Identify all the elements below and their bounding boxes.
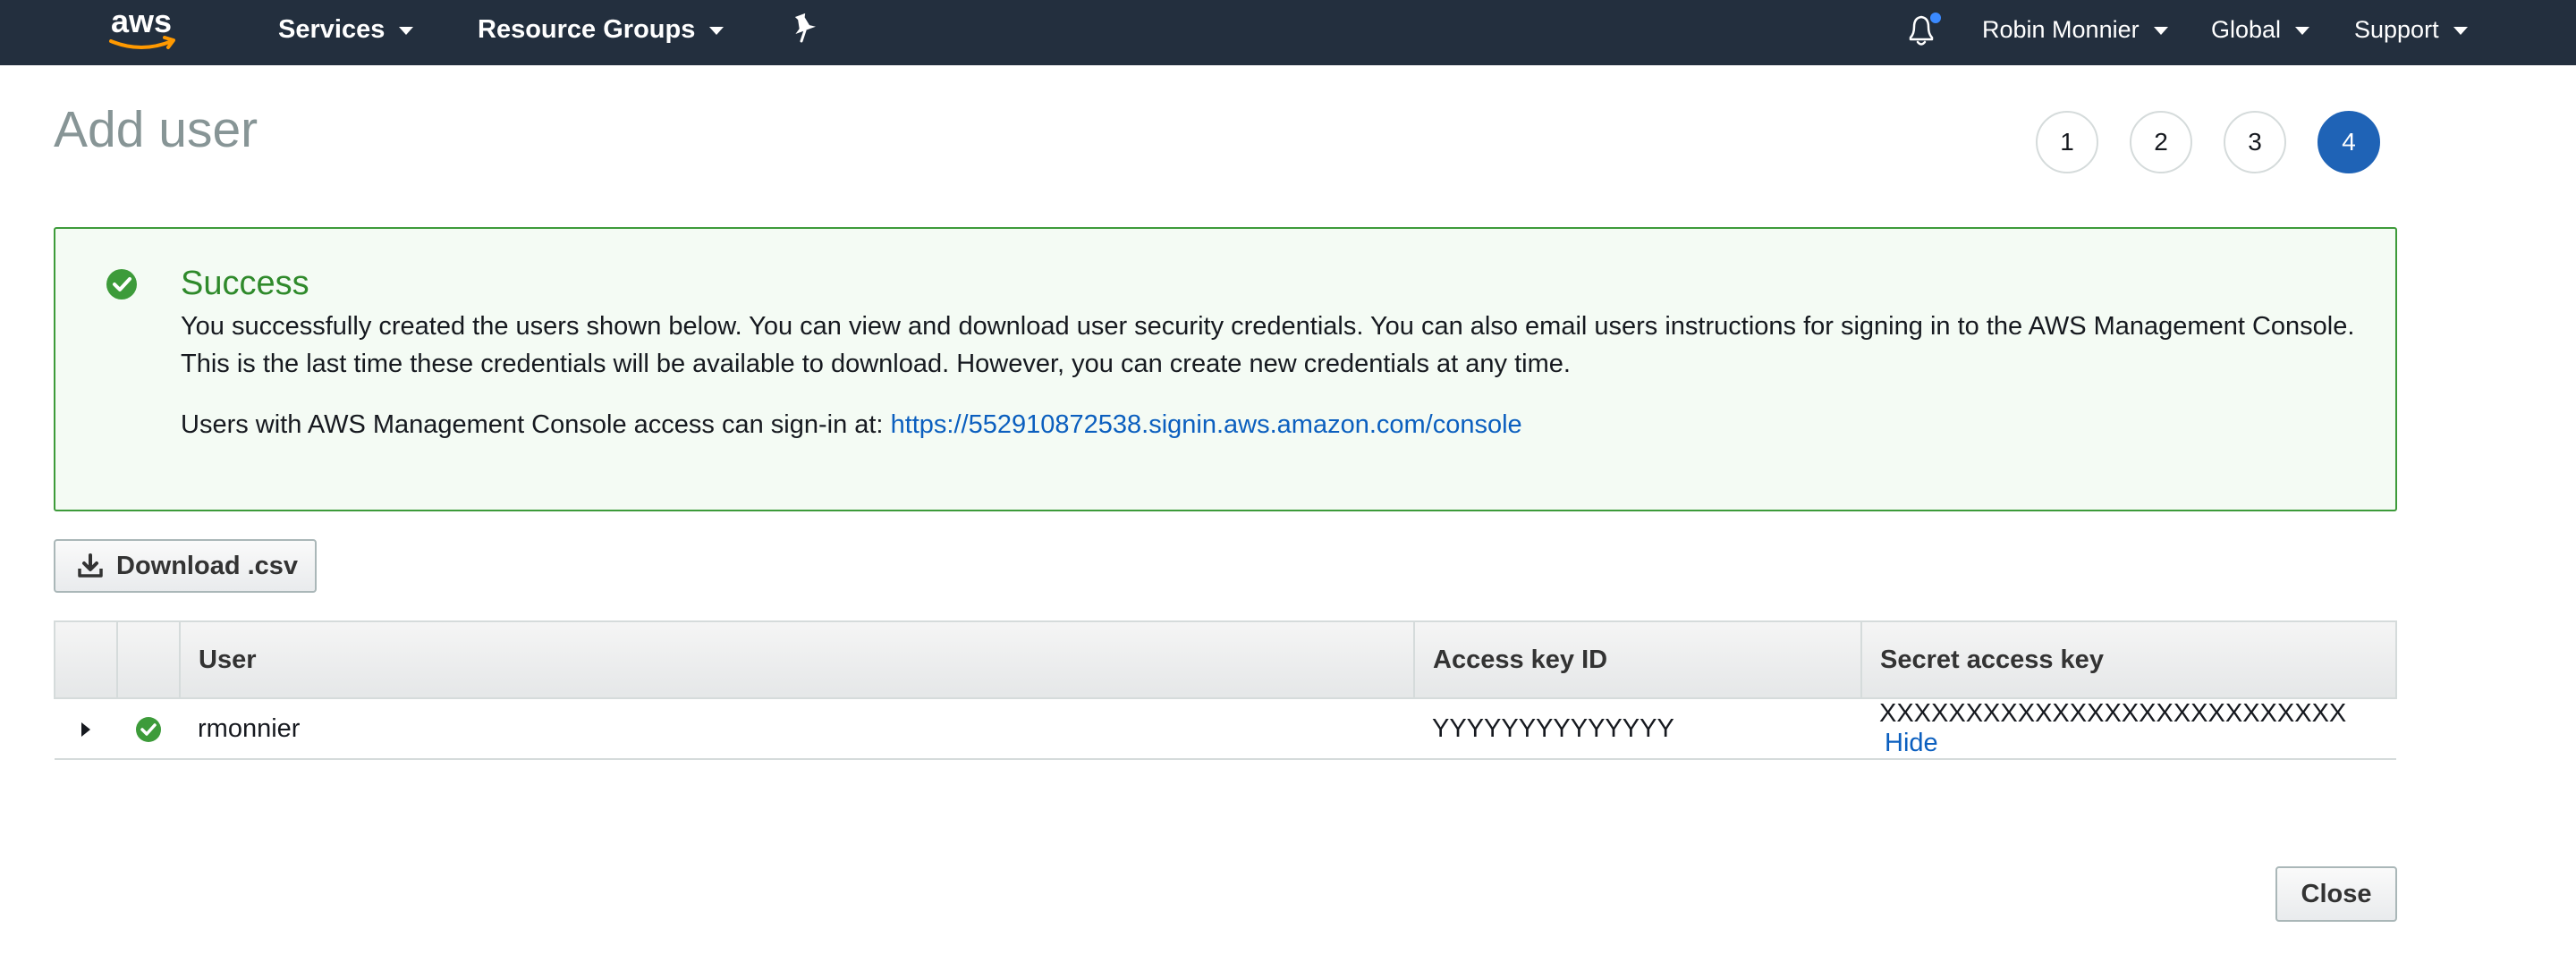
services-menu[interactable]: Services xyxy=(278,0,414,59)
chevron-down-icon xyxy=(2153,27,2168,35)
close-button[interactable]: Close xyxy=(2275,866,2397,922)
services-menu-label: Services xyxy=(278,14,386,44)
top-navigation-bar: aws Services Resource Groups Robin Monni… xyxy=(0,0,2576,65)
download-csv-label: Download .csv xyxy=(116,551,299,580)
hide-secret-link[interactable]: Hide xyxy=(1885,729,1938,757)
page-title: Add user xyxy=(54,101,258,158)
step-2: 2 xyxy=(2130,111,2192,173)
chevron-down-icon xyxy=(2453,27,2468,35)
users-credentials-table: User Access key ID Secret access key rmo… xyxy=(54,620,2397,760)
region-menu-label: Global xyxy=(2211,15,2282,43)
alert-title: Success xyxy=(181,265,309,302)
alert-message-line-1: You successfully created the users shown… xyxy=(181,312,2355,341)
aws-logo[interactable]: aws xyxy=(106,4,184,55)
step-1: 1 xyxy=(2036,111,2098,173)
alert-message-line-2: This is the last time these credentials … xyxy=(181,350,1571,378)
success-check-icon xyxy=(136,716,161,742)
success-alert: Success You successfully created the use… xyxy=(54,227,2397,511)
download-icon xyxy=(78,553,103,578)
notification-dot xyxy=(1930,13,1941,23)
pin-icon[interactable] xyxy=(791,13,819,45)
row-status-cell xyxy=(117,698,180,760)
secret-access-key-column-header: Secret access key xyxy=(1860,620,2397,699)
support-menu-label: Support xyxy=(2354,15,2439,43)
signin-info: Users with AWS Management Console access… xyxy=(181,410,1522,440)
expand-row-toggle[interactable] xyxy=(55,698,117,760)
chevron-down-icon xyxy=(709,27,724,35)
notifications-bell-icon[interactable] xyxy=(1903,11,1943,48)
user-column-header: User xyxy=(179,620,1415,699)
expand-triangle-icon xyxy=(81,722,90,737)
wizard-steps: 1 2 3 4 xyxy=(2036,111,2411,173)
status-column-header xyxy=(116,620,181,699)
account-menu[interactable]: Robin Monnier xyxy=(1982,0,2168,59)
success-check-icon xyxy=(106,269,137,300)
table-header-row: User Access key ID Secret access key xyxy=(54,620,2397,699)
access-key-id-cell: YYYYYYYYYYYYYY xyxy=(1414,698,1861,760)
account-menu-label: Robin Monnier xyxy=(1982,15,2140,43)
svg-text:aws: aws xyxy=(111,4,172,39)
region-menu[interactable]: Global xyxy=(2211,0,2310,59)
access-key-id-column-header: Access key ID xyxy=(1413,620,1862,699)
user-name-cell: rmonnier xyxy=(180,698,1414,760)
expand-column-header xyxy=(54,620,118,699)
download-csv-button[interactable]: Download .csv xyxy=(54,539,317,593)
chevron-down-icon xyxy=(2295,27,2310,35)
step-4-active: 4 xyxy=(2318,111,2380,173)
resource-groups-menu-label: Resource Groups xyxy=(478,14,696,44)
support-menu[interactable]: Support xyxy=(2354,0,2468,59)
signin-url-link[interactable]: https://552910872538.signin.aws.amazon.c… xyxy=(891,410,1522,439)
secret-access-key-cell: XXXXXXXXXXXXXXXXXXXXXXXXXXX Hide xyxy=(1861,698,2396,760)
step-3: 3 xyxy=(2224,111,2286,173)
chevron-down-icon xyxy=(399,27,414,35)
resource-groups-menu[interactable]: Resource Groups xyxy=(478,0,724,59)
alert-message: You successfully created the users shown… xyxy=(181,308,2363,383)
signin-prefix: Users with AWS Management Console access… xyxy=(181,410,884,439)
secret-access-key-value: XXXXXXXXXXXXXXXXXXXXXXXXXXX xyxy=(1879,699,2347,728)
table-row: rmonnier YYYYYYYYYYYYYY XXXXXXXXXXXXXXXX… xyxy=(55,698,2396,760)
